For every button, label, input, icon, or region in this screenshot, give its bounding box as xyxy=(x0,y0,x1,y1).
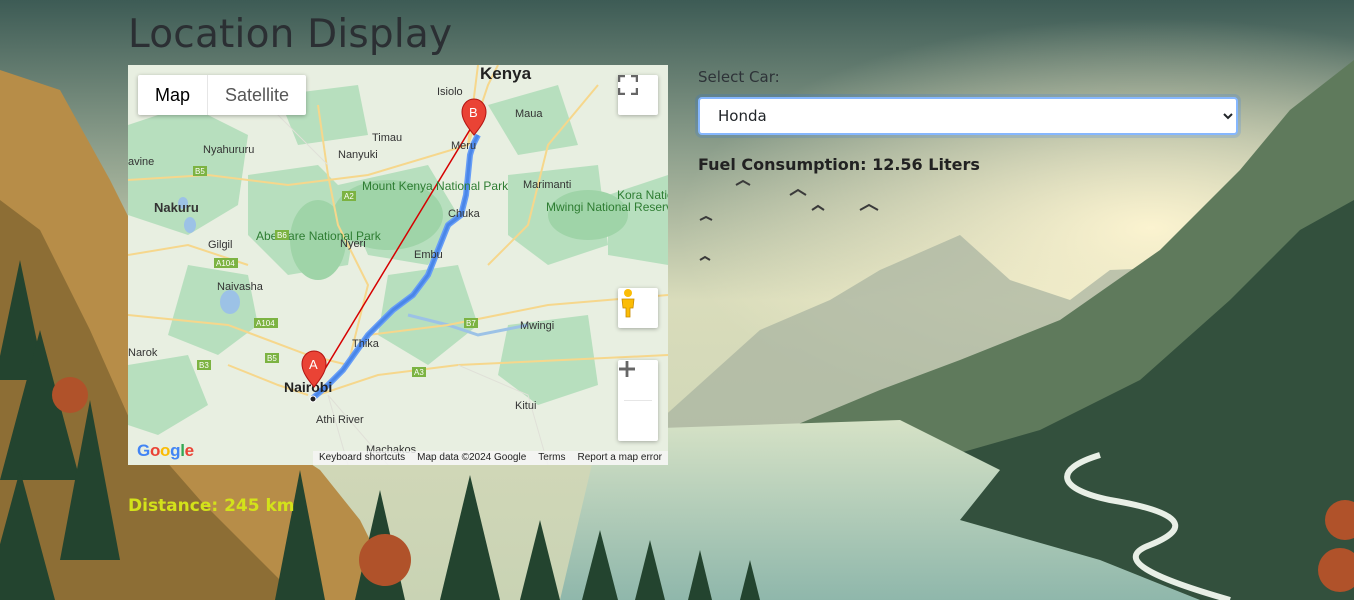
zoom-out-icon xyxy=(619,367,635,371)
fuel-consumption-text: Fuel Consumption: 12.56 Liters xyxy=(698,155,980,174)
report-map-error-link[interactable]: Report a map error xyxy=(572,451,668,465)
road-shield: B5 xyxy=(267,354,277,363)
tab-satellite[interactable]: Satellite xyxy=(207,75,306,115)
road-shield: B3 xyxy=(199,361,209,370)
page-title: Location Display xyxy=(128,12,453,57)
zoom-control xyxy=(618,360,658,441)
map-data-attribution: Map data ©2024 Google xyxy=(417,452,527,463)
place-label: Nyeri xyxy=(340,238,366,250)
place-label: Mwingi xyxy=(520,320,554,332)
map-canvas[interactable]: Kenya Isiolo Maua Meru Timau Nanyuki Nya… xyxy=(128,65,668,465)
place-label: Kenya xyxy=(480,65,532,83)
road-shield: A2 xyxy=(344,192,354,201)
place-label: Nanyuki xyxy=(338,149,378,161)
map[interactable]: Kenya Isiolo Maua Meru Timau Nanyuki Nya… xyxy=(128,65,668,465)
car-select[interactable]: Honda xyxy=(698,97,1238,135)
road-shield: B6 xyxy=(277,231,287,240)
place-label: Nyahururu xyxy=(203,144,254,156)
place-label: Timau xyxy=(372,132,402,144)
tab-map[interactable]: Map xyxy=(138,75,207,115)
road-shield: B5 xyxy=(195,167,205,176)
distance-text: Distance: 245 km xyxy=(128,496,295,516)
place-label: Kora National xyxy=(617,188,668,202)
place-label: Kitui xyxy=(515,400,536,412)
terms-link[interactable]: Terms xyxy=(532,451,571,465)
place-label: Naivasha xyxy=(217,281,264,293)
marker-b-label: B xyxy=(469,105,478,120)
road-shield: B7 xyxy=(466,319,476,328)
road-shield: A3 xyxy=(414,368,424,377)
map-footer: Keyboard shortcuts Map data ©2024 Google… xyxy=(312,451,668,465)
place-label: Gilgil xyxy=(208,239,232,251)
pegman-icon xyxy=(621,289,635,318)
place-label: avine xyxy=(128,156,154,168)
place-label: Nairobi xyxy=(284,379,332,395)
street-view-button[interactable] xyxy=(618,288,658,328)
zoom-out-button[interactable] xyxy=(618,367,658,441)
place-label: Embu xyxy=(414,249,443,261)
fullscreen-button[interactable] xyxy=(618,75,658,115)
road-shield: A104 xyxy=(256,319,275,328)
google-logo-text: Google xyxy=(137,441,194,460)
map-type-control: Map Satellite xyxy=(138,75,307,115)
place-label: Narok xyxy=(128,347,158,359)
place-label: Chuka xyxy=(448,208,481,220)
place-label: Thika xyxy=(352,338,380,350)
fullscreen-icon xyxy=(618,75,638,95)
marker-a-label: A xyxy=(309,357,318,372)
place-label: Meru xyxy=(451,140,476,152)
select-car-label: Select Car: xyxy=(698,68,780,86)
place-label: Mount Kenya National Park xyxy=(362,179,509,193)
place-label: Isiolo xyxy=(437,86,463,98)
keyboard-shortcuts-link[interactable]: Keyboard shortcuts xyxy=(313,451,411,465)
place-label: Marimanti xyxy=(523,179,571,191)
place-label: Nakuru xyxy=(154,200,199,215)
place-label: Athi River xyxy=(316,414,364,426)
google-logo[interactable]: Google xyxy=(137,441,194,461)
place-label: Maua xyxy=(515,108,543,120)
road-shield: A104 xyxy=(216,259,235,268)
place-label: Mwingi National Reserve xyxy=(546,200,668,214)
